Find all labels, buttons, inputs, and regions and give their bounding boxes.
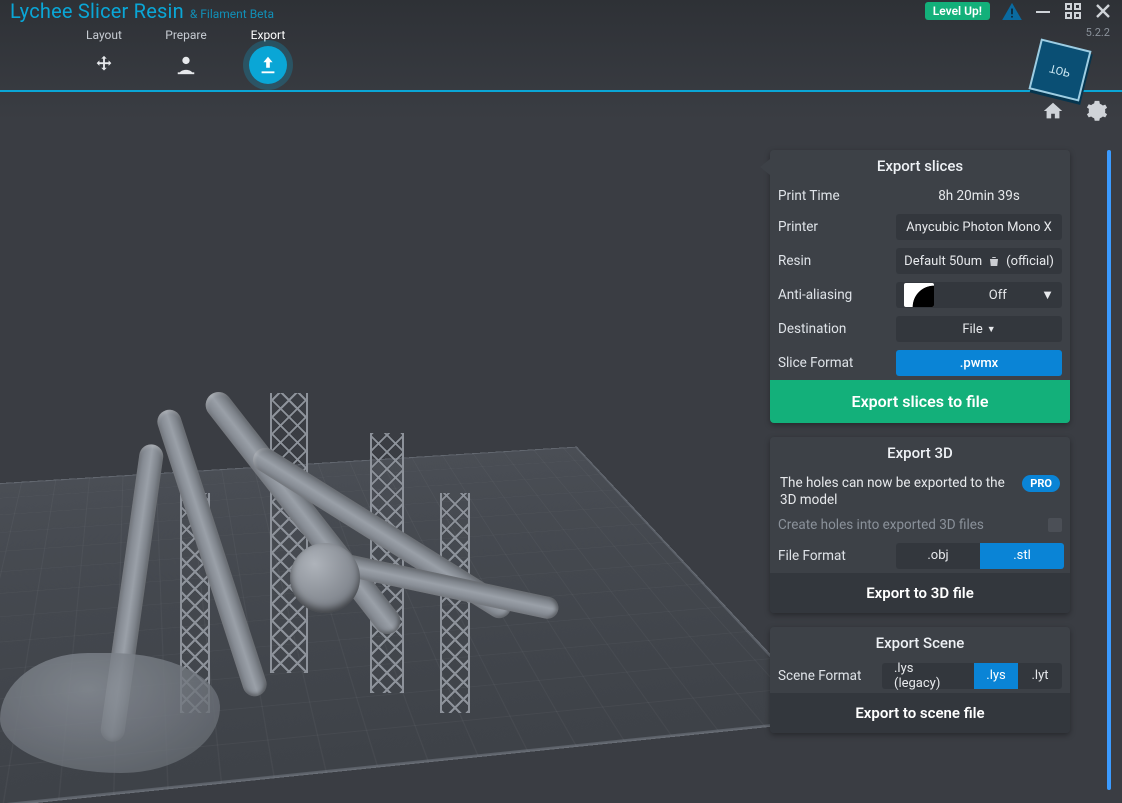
aa-label: Anti-aliasing — [778, 287, 896, 303]
printer-select[interactable]: Anycubic Photon Mono X — [896, 214, 1062, 240]
scene-format-lyt[interactable]: .lyt — [1018, 663, 1062, 689]
panel-export-scene: Export Scene Scene Format .lys (legacy) … — [770, 627, 1070, 733]
support-icon — [167, 46, 205, 84]
slice-format-select[interactable]: .pwmx — [896, 350, 1062, 376]
chevron-down-icon: ▼ — [987, 324, 996, 335]
export-scene-button[interactable]: Export to scene file — [770, 693, 1070, 733]
mode-tabs: Layout Prepare Export — [0, 22, 1122, 92]
panel-export-scene-title: Export Scene — [770, 627, 1070, 659]
scene-format-label: Scene Format — [778, 668, 882, 684]
destination-label: Destination — [778, 321, 896, 337]
export-slices-button[interactable]: Export slices to file — [770, 380, 1070, 423]
panel-export-slices: Export slices Print Time 8h 20min 39s Pr… — [770, 150, 1070, 423]
export-icon — [249, 46, 287, 84]
create-holes-checkbox[interactable] — [1048, 518, 1062, 532]
scene-format-segmented: .lys (legacy) .lys .lyt — [882, 663, 1062, 689]
panel-export-3d-title: Export 3D — [770, 437, 1070, 469]
print-time-value: 8h 20min 39s — [896, 188, 1062, 204]
tab-export-label: Export — [251, 28, 286, 42]
file-format-stl[interactable]: .stl — [980, 543, 1064, 569]
tab-export[interactable]: Export — [244, 28, 292, 90]
right-accent-bar — [1107, 150, 1111, 790]
view-cube-face-label: TOP — [1048, 61, 1071, 79]
resin-official-label: (official) — [1006, 254, 1054, 269]
maximize-button[interactable] — [1064, 2, 1082, 20]
tab-prepare-label: Prepare — [165, 28, 206, 42]
file-format-segmented: .obj .stl — [896, 543, 1064, 569]
resin-select[interactable]: Default 50um (official) — [896, 248, 1062, 274]
tab-layout-label: Layout — [86, 28, 122, 42]
tab-layout[interactable]: Layout — [80, 28, 128, 90]
slice-format-label: Slice Format — [778, 355, 896, 371]
chevron-down-icon: ▼ — [1041, 287, 1054, 303]
file-format-label: File Format — [778, 548, 896, 564]
pro-badge: PRO — [1022, 475, 1060, 492]
level-up-button[interactable]: Level Up! — [925, 2, 990, 20]
export-3d-note: The holes can now be exported to the 3D … — [780, 475, 1014, 509]
resin-label: Resin — [778, 253, 896, 269]
panel-export-slices-title: Export slices — [770, 150, 1070, 182]
export-3d-button[interactable]: Export to 3D file — [770, 573, 1070, 613]
print-time-label: Print Time — [778, 188, 896, 204]
app-title: Lychee Slicer Resin — [10, 0, 184, 23]
panel-export-3d: Export 3D The holes can now be exported … — [770, 437, 1070, 613]
warning-icon[interactable] — [1002, 2, 1022, 20]
aa-select[interactable]: Off ▼ — [896, 282, 1062, 308]
printer-label: Printer — [778, 219, 896, 235]
scene-format-lys[interactable]: .lys — [974, 663, 1018, 689]
file-format-obj[interactable]: .obj — [896, 543, 980, 569]
aa-thumbnail-icon — [904, 283, 934, 307]
minimize-button[interactable] — [1034, 2, 1052, 20]
scene-format-legacy[interactable]: .lys (legacy) — [882, 663, 974, 689]
3d-model — [60, 323, 580, 743]
destination-select[interactable]: File ▼ — [896, 316, 1062, 342]
destination-value: File — [962, 322, 982, 337]
title-bar: Lychee Slicer Resin & Filament Beta Leve… — [0, 0, 1122, 22]
create-holes-label: Create holes into exported 3D files — [778, 517, 1048, 533]
aa-value: Off — [989, 288, 1007, 303]
resin-value: Default 50um — [904, 254, 982, 269]
close-button[interactable] — [1094, 2, 1112, 20]
view-cube[interactable]: TOP — [1028, 38, 1091, 101]
trash-icon — [988, 255, 1000, 268]
app-subtitle: & Filament Beta — [190, 7, 274, 21]
tab-prepare[interactable]: Prepare — [162, 28, 210, 90]
move-icon — [85, 46, 123, 84]
